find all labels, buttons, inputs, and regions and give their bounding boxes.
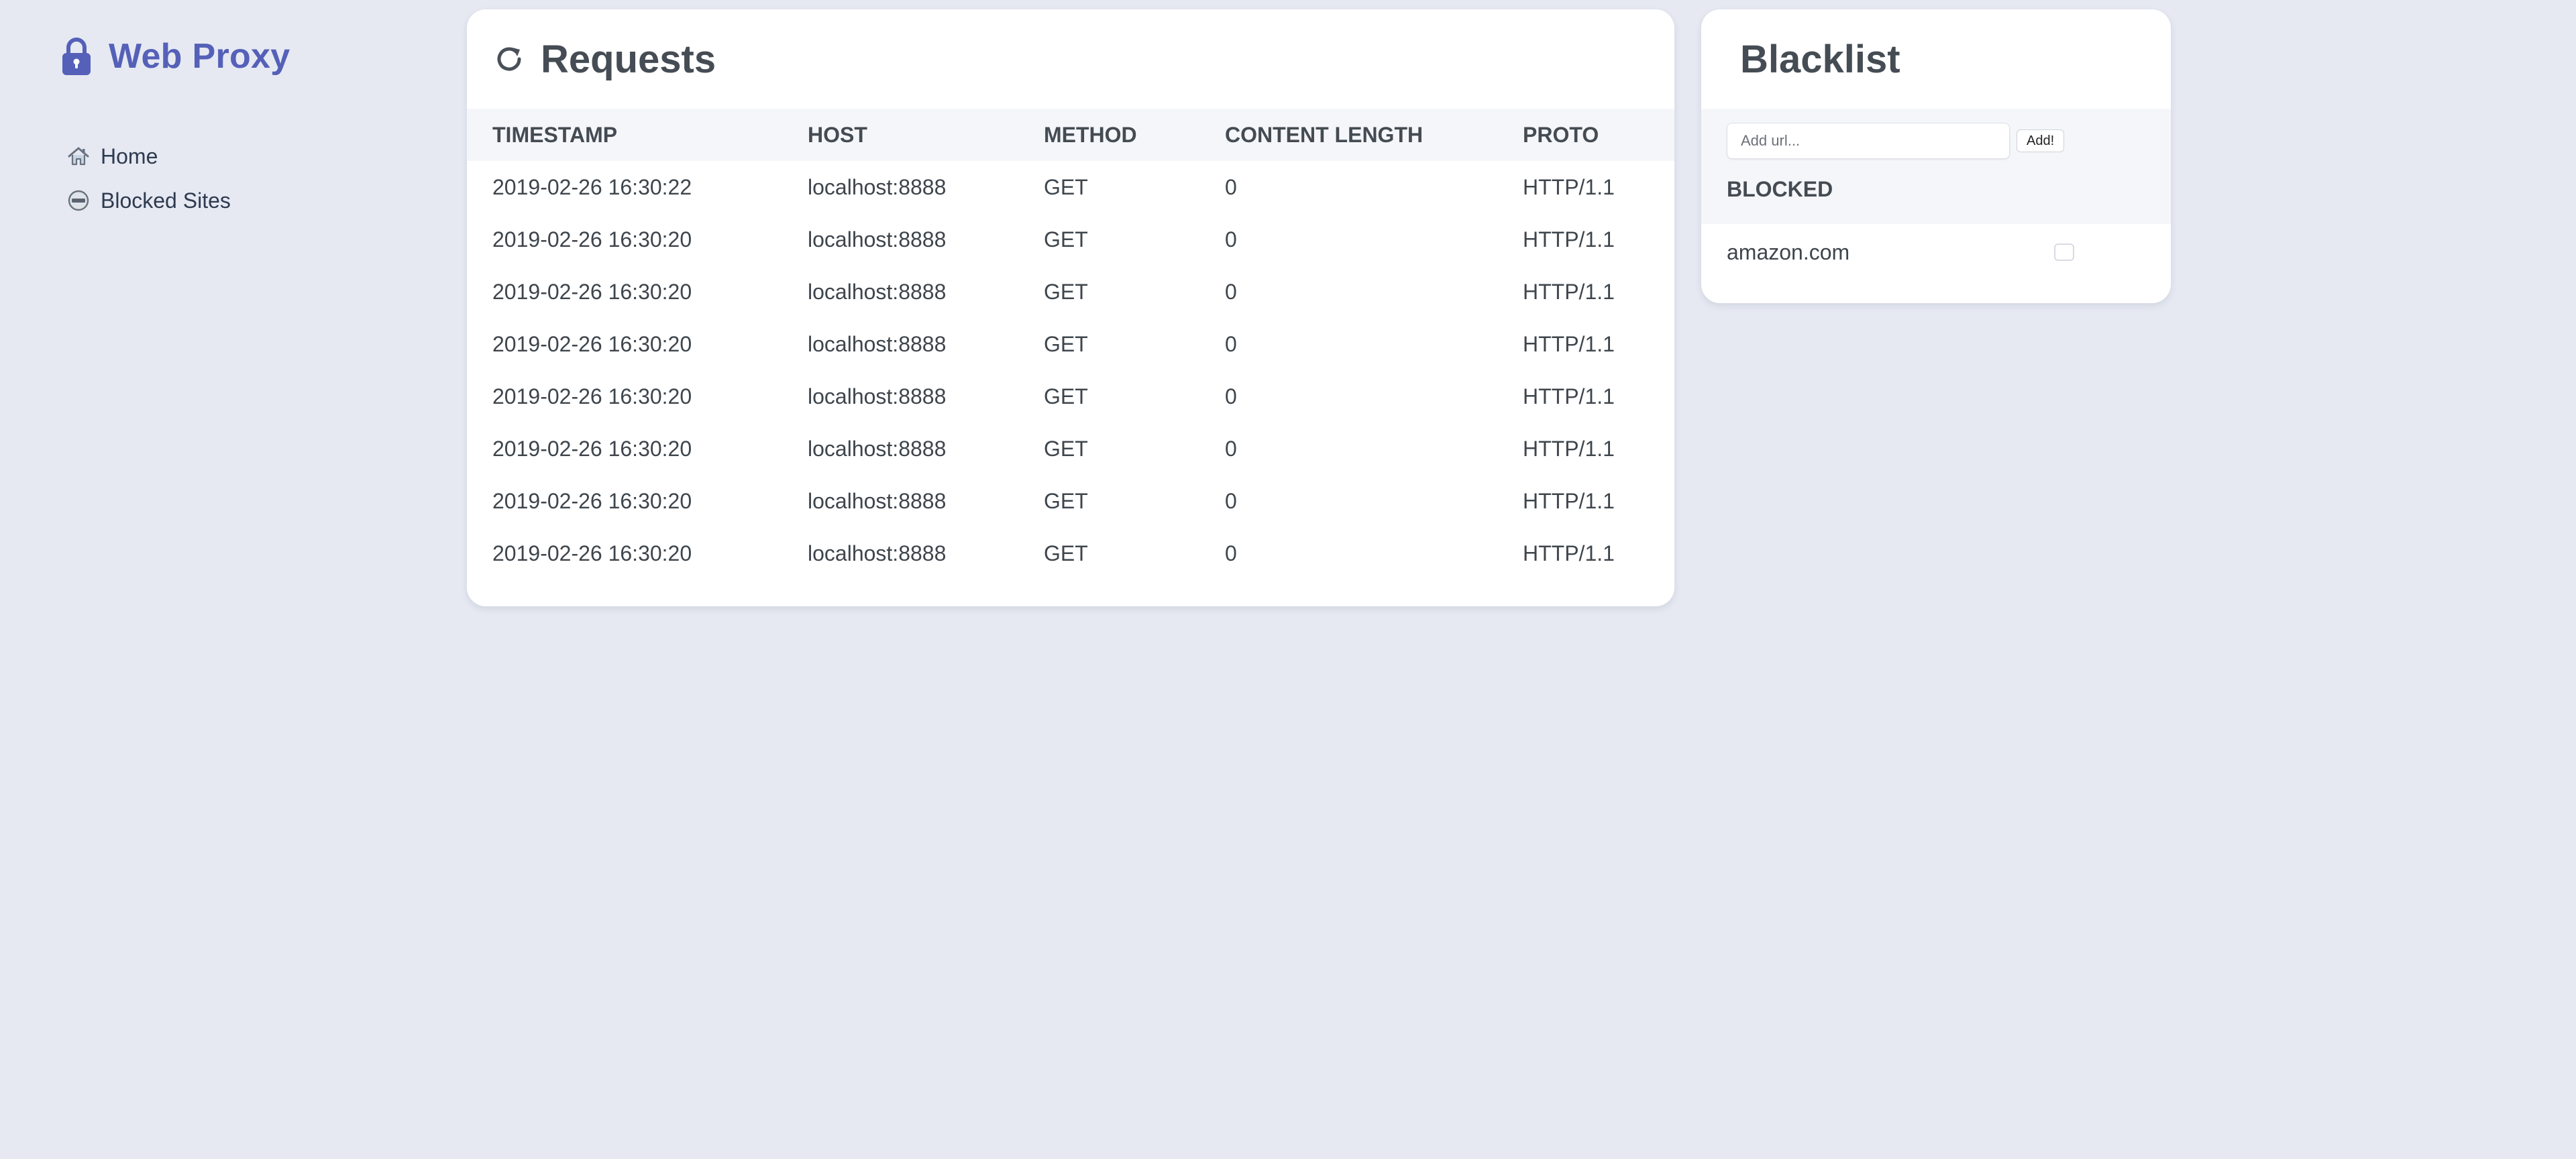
table-row[interactable]: 2019-02-26 16:30:20 localhost:8888 GET 0…: [467, 266, 1674, 318]
cell-timestamp: 2019-02-26 16:30:22: [492, 174, 692, 199]
cell-method: GET: [1044, 384, 1088, 408]
cell-content-length: 0: [1225, 279, 1237, 304]
column-header-method[interactable]: METHOD: [1044, 109, 1225, 161]
cell-host: localhost:8888: [808, 227, 947, 252]
sidebar: Web Proxy Home Blocked Sites: [60, 32, 409, 233]
blocked-site-checkbox[interactable]: [2054, 243, 2074, 261]
cell-host: localhost:8888: [808, 174, 947, 199]
table-row[interactable]: 2019-02-26 16:30:20 localhost:8888 GET 0…: [467, 423, 1674, 475]
cell-proto: HTTP/1.1: [1523, 174, 1615, 199]
cell-method: GET: [1044, 227, 1088, 252]
cell-host: localhost:8888: [808, 384, 947, 408]
cell-proto: HTTP/1.1: [1523, 541, 1615, 565]
brand[interactable]: Web Proxy: [60, 32, 409, 80]
blacklist-header: Blacklist: [1701, 9, 2171, 109]
requests-title: Requests: [541, 37, 716, 81]
blocked-sites-list: amazon.com: [1701, 224, 2171, 280]
cell-host: localhost:8888: [808, 331, 947, 356]
table-row[interactable]: 2019-02-26 16:30:22 localhost:8888 GET 0…: [467, 161, 1674, 213]
blacklist-form: Add! BLOCKED: [1701, 109, 2171, 224]
cell-timestamp: 2019-02-26 16:30:20: [492, 488, 692, 513]
table-row[interactable]: 2019-02-26 16:30:20 localhost:8888 GET 0…: [467, 213, 1674, 266]
column-header-host[interactable]: HOST: [808, 109, 1044, 161]
cell-timestamp: 2019-02-26 16:30:20: [492, 384, 692, 408]
blocked-heading: BLOCKED: [1727, 177, 1833, 201]
cell-timestamp: 2019-02-26 16:30:20: [492, 436, 692, 461]
cell-content-length: 0: [1225, 541, 1237, 565]
cell-proto: HTTP/1.1: [1523, 279, 1615, 304]
add-url-button[interactable]: Add!: [2017, 129, 2065, 152]
sidebar-item-label: Home: [101, 144, 158, 168]
sidebar-item-label: Blocked Sites: [101, 188, 231, 213]
column-header-content-length[interactable]: CONTENT LENGTH: [1225, 109, 1523, 161]
cell-method: GET: [1044, 331, 1088, 356]
cell-proto: HTTP/1.1: [1523, 488, 1615, 513]
sidebar-item-blocked-sites[interactable]: Blocked Sites: [67, 178, 409, 223]
cell-method: GET: [1044, 488, 1088, 513]
blacklist-title: Blacklist: [1740, 37, 1900, 81]
add-url-input[interactable]: [1727, 123, 2010, 159]
brand-title: Web Proxy: [109, 37, 290, 76]
cell-method: GET: [1044, 174, 1088, 199]
requests-table: TIMESTAMP HOST METHOD CONTENT LENGTH PRO…: [467, 109, 1674, 580]
cell-method: GET: [1044, 436, 1088, 461]
cell-content-length: 0: [1225, 436, 1237, 461]
sidebar-nav: Home Blocked Sites: [60, 134, 409, 223]
cell-content-length: 0: [1225, 384, 1237, 408]
requests-card: Requests TIMESTAMP HOST METHOD CONTENT L…: [467, 9, 1674, 606]
refresh-icon[interactable]: [492, 42, 526, 76]
sidebar-item-home[interactable]: Home: [67, 134, 409, 178]
cell-timestamp: 2019-02-26 16:30:20: [492, 541, 692, 565]
cell-proto: HTTP/1.1: [1523, 227, 1615, 252]
home-icon: [67, 145, 90, 168]
cell-content-length: 0: [1225, 227, 1237, 252]
add-url-row: Add!: [1727, 121, 2171, 161]
cell-host: localhost:8888: [808, 488, 947, 513]
table-row[interactable]: 2019-02-26 16:30:20 localhost:8888 GET 0…: [467, 475, 1674, 527]
cell-timestamp: 2019-02-26 16:30:20: [492, 279, 692, 304]
blocked-sites-icon: [67, 189, 90, 212]
table-row[interactable]: 2019-02-26 16:30:20 localhost:8888 GET 0…: [467, 318, 1674, 370]
table-row[interactable]: 2019-02-26 16:30:20 localhost:8888 GET 0…: [467, 527, 1674, 580]
cell-proto: HTTP/1.1: [1523, 331, 1615, 356]
cell-host: localhost:8888: [808, 541, 947, 565]
requests-header: Requests: [467, 9, 1674, 109]
cell-content-length: 0: [1225, 174, 1237, 199]
cell-timestamp: 2019-02-26 16:30:20: [492, 227, 692, 252]
cell-host: localhost:8888: [808, 436, 947, 461]
cell-method: GET: [1044, 279, 1088, 304]
cell-proto: HTTP/1.1: [1523, 384, 1615, 408]
cell-content-length: 0: [1225, 488, 1237, 513]
cell-content-length: 0: [1225, 331, 1237, 356]
cell-timestamp: 2019-02-26 16:30:20: [492, 331, 692, 356]
blocked-site-url: amazon.com: [1727, 239, 1850, 264]
lock-icon: [60, 36, 93, 76]
cell-host: localhost:8888: [808, 279, 947, 304]
column-header-timestamp[interactable]: TIMESTAMP: [467, 109, 808, 161]
list-item: amazon.com: [1701, 224, 2171, 280]
blacklist-card: Blacklist Add! BLOCKED amazon.com: [1701, 9, 2171, 303]
cell-proto: HTTP/1.1: [1523, 436, 1615, 461]
cell-method: GET: [1044, 541, 1088, 565]
column-header-proto[interactable]: PROTO: [1523, 109, 1674, 161]
table-header-row: TIMESTAMP HOST METHOD CONTENT LENGTH PRO…: [467, 109, 1674, 161]
table-row[interactable]: 2019-02-26 16:30:20 localhost:8888 GET 0…: [467, 370, 1674, 423]
